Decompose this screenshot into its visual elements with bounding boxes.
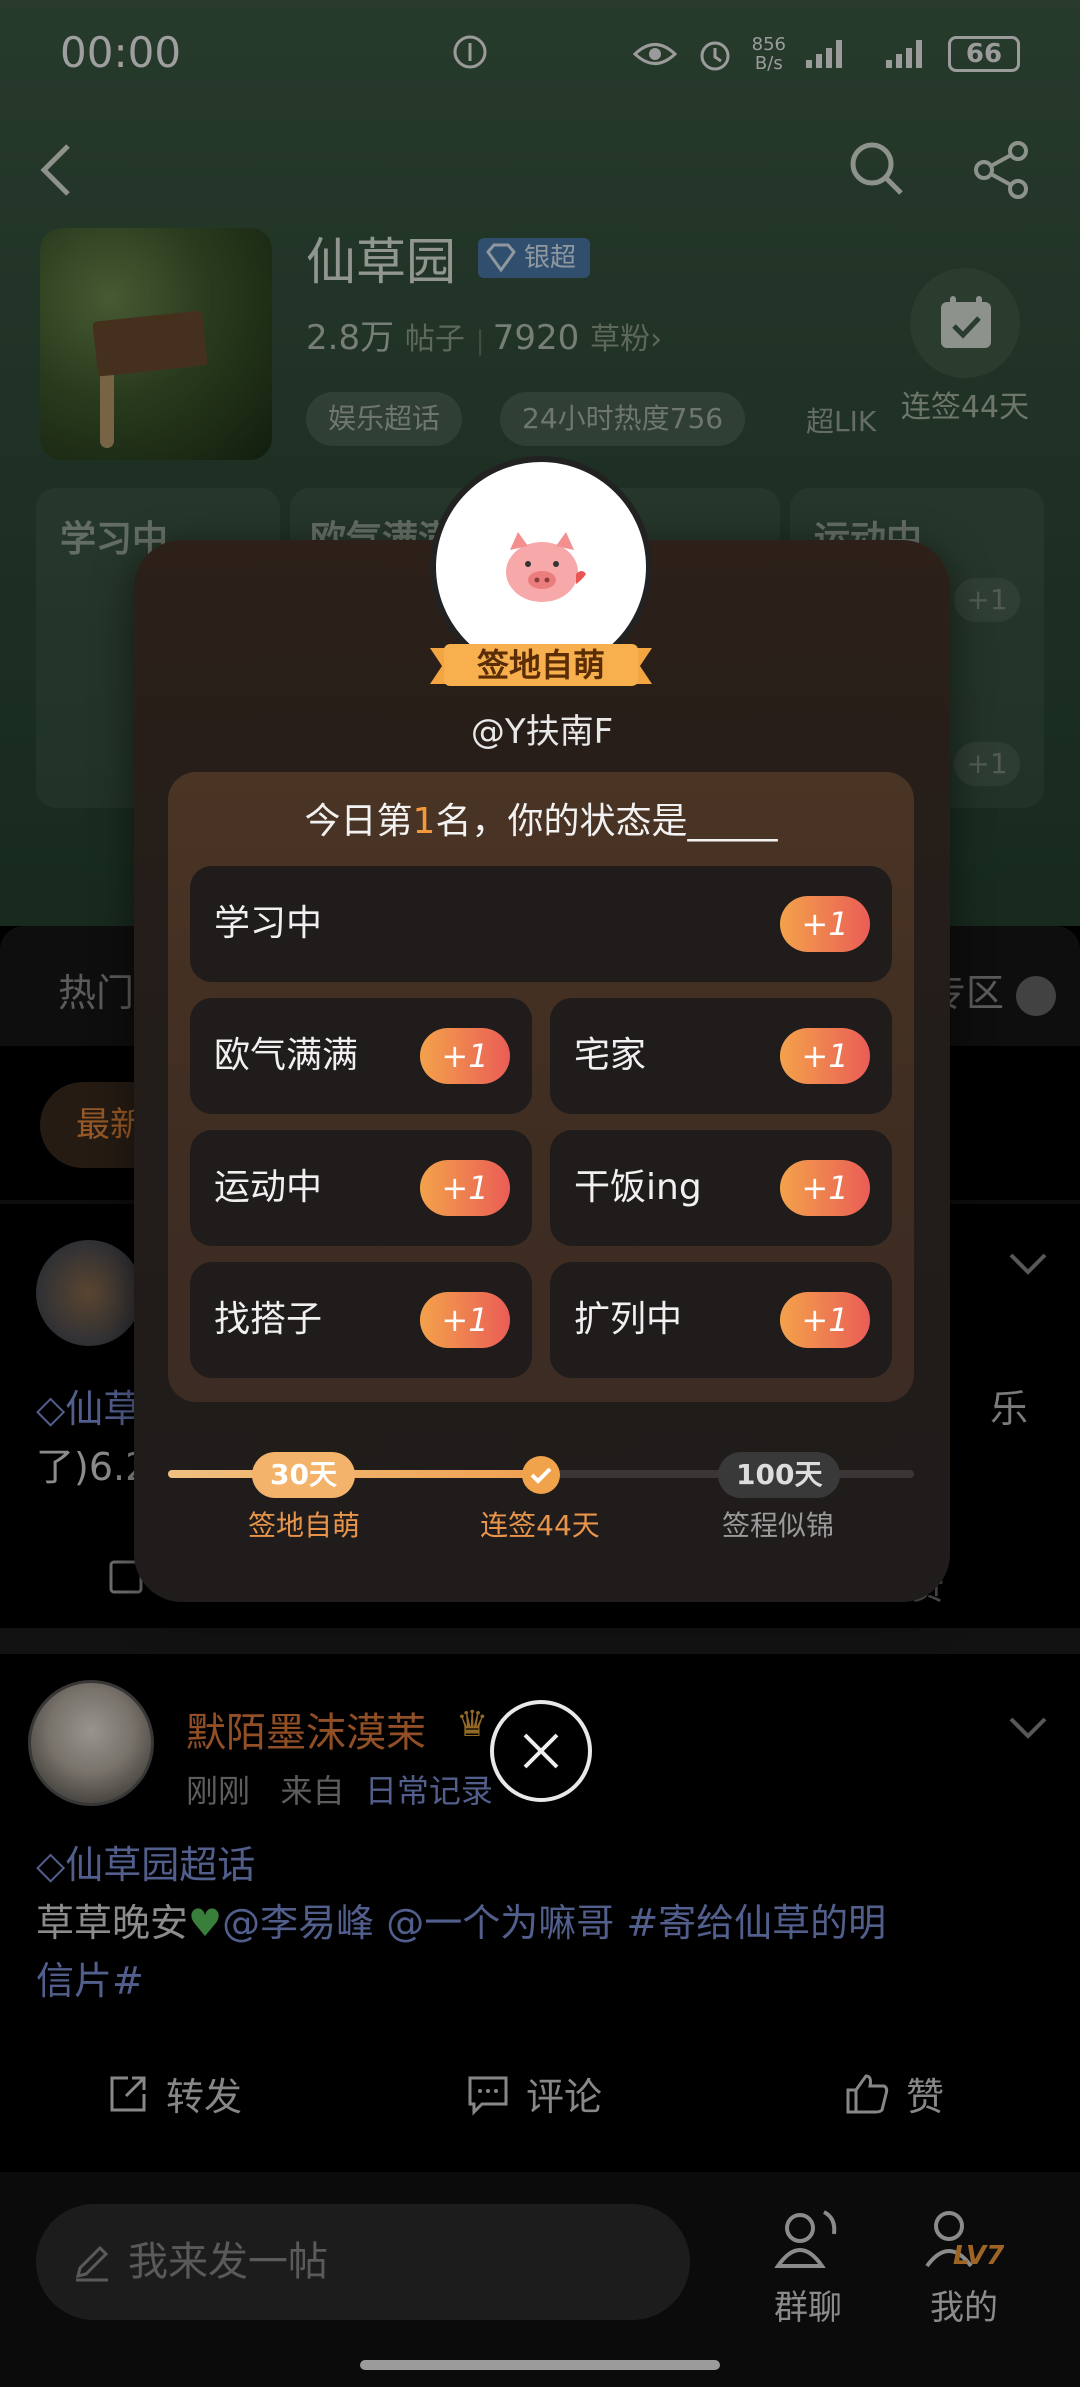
status-option[interactable]: 宅家 +1 (550, 998, 892, 1114)
milestone-check-icon (522, 1456, 560, 1494)
plus-one-button[interactable]: +1 (780, 1160, 870, 1216)
plus-one-button[interactable]: +1 (420, 1160, 510, 1216)
plus-one-button[interactable]: +1 (780, 1292, 870, 1348)
status-option[interactable]: 欧气满满 +1 (190, 998, 532, 1114)
plus-one-button[interactable]: +1 (780, 1028, 870, 1084)
pig-avatar-icon (506, 532, 586, 602)
milestone-pill: 30天 (252, 1452, 355, 1498)
plus-one-button[interactable]: +1 (420, 1292, 510, 1348)
milestone-label: 签地自萌 (247, 1509, 360, 1542)
status-option[interactable]: 找搭子 +1 (190, 1262, 532, 1378)
status-option[interactable]: 干饭ing +1 (550, 1130, 892, 1246)
modal-username: @Y扶南F (470, 712, 614, 752)
milestone-pill: 100天 (718, 1452, 841, 1498)
close-modal-button[interactable] (490, 1700, 592, 1802)
status-panel-title: 今日第1名，你的状态是_____ (304, 801, 778, 842)
close-icon (523, 1733, 559, 1769)
streak-progress-fill (168, 1470, 548, 1478)
status-option[interactable]: 学习中 +1 (190, 866, 892, 982)
status-option[interactable]: 运动中 +1 (190, 1130, 532, 1246)
plus-one-button[interactable]: +1 (420, 1028, 510, 1084)
milestone-label: 连签44天 (480, 1509, 600, 1542)
status-option[interactable]: 扩列中 +1 (550, 1262, 892, 1378)
milestone-label: 签程似锦 (721, 1509, 834, 1542)
ribbon-text: 签地自萌 (476, 646, 605, 684)
plus-one-button[interactable]: +1 (780, 896, 870, 952)
